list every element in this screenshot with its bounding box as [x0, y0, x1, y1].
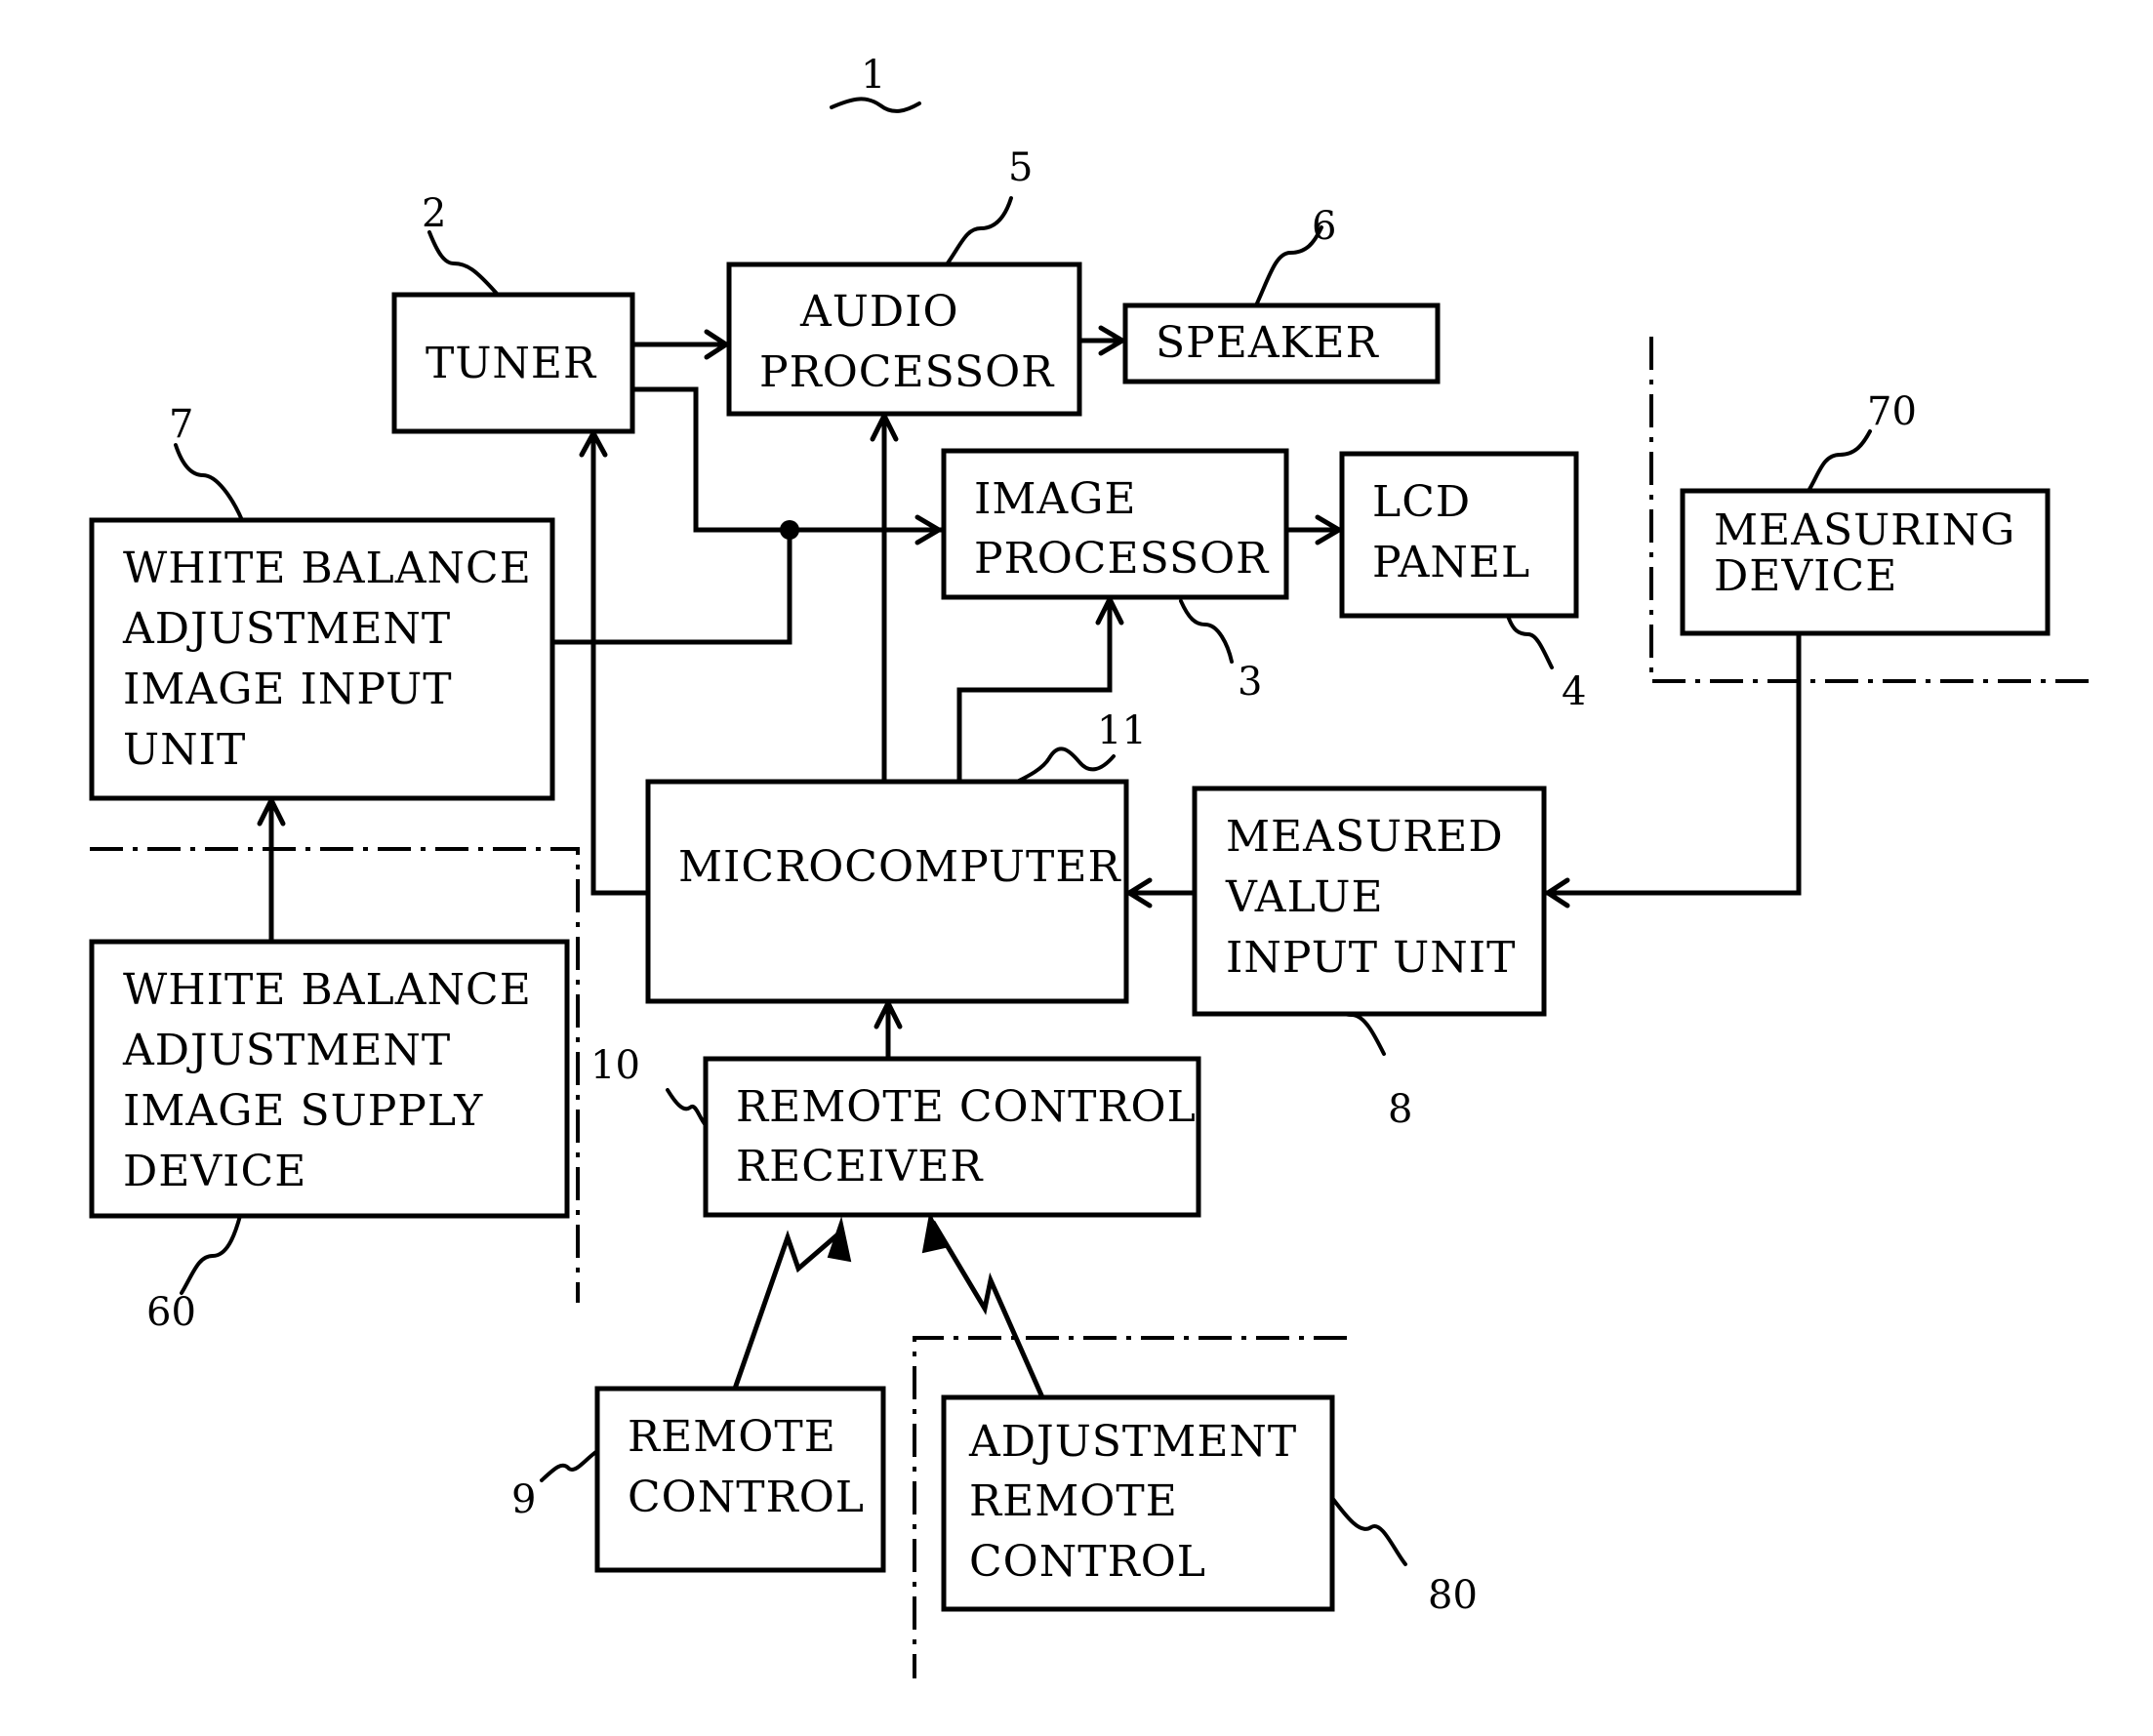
audio-label-1: AUDIO [799, 287, 959, 337]
wbinput-label-1: WHITE BALANCE [123, 544, 532, 593]
ref-6: 6 [1312, 204, 1336, 249]
lcd-label-2: PANEL [1372, 538, 1530, 587]
ref-2: 2 [422, 191, 446, 236]
wireless-adjremote-receiver [930, 1220, 1046, 1401]
adjustment-remote-control-block: ADJUSTMENT REMOTE CONTROL [941, 1394, 1335, 1612]
figure-ref-tilde [830, 97, 921, 113]
wire-wbinput-junction [549, 527, 792, 645]
image-processor-block: IMAGE PROCESSOR [941, 448, 1289, 600]
measured-value-input-unit-block: MEASURED VALUE INPUT UNIT [1192, 786, 1547, 1017]
ref-8: 8 [1388, 1087, 1412, 1132]
ref-4: 4 [1562, 669, 1586, 714]
wb-input-unit-block: WHITE BALANCE ADJUSTMENT IMAGE INPUT UNI… [89, 517, 555, 801]
microcomputer-block: MICROCOMPUTER [645, 779, 1129, 1004]
speaker-label: SPEAKER [1156, 318, 1380, 368]
wbinput-label-3: IMAGE INPUT [123, 665, 453, 714]
wb-supply-device-block: WHITE BALANCE ADJUSTMENT IMAGE SUPPLY DE… [89, 939, 570, 1219]
ref-80: 80 [1428, 1573, 1478, 1618]
wireless-remote-receiver [731, 1228, 845, 1393]
measuring-label-1: MEASURING [1714, 505, 2015, 555]
remote-label-1: REMOTE [628, 1412, 836, 1462]
wbinput-label-4: UNIT [123, 725, 246, 775]
block-diagram: 1 2 5 6 70 7 3 4 11 8 10 60 9 80 TUNER A… [89, 53, 2098, 1678]
adjremote-label-2: REMOTE [969, 1476, 1178, 1526]
measuring-label-2: DEVICE [1714, 551, 1897, 601]
wire-micro-tuner [590, 432, 651, 896]
tuner-block: TUNER [391, 292, 635, 434]
lcd-panel-block: LCD PANEL [1339, 451, 1579, 619]
micro-label: MICROCOMPUTER [678, 842, 1121, 892]
ref-9: 9 [511, 1477, 536, 1522]
audio-processor-block: AUDIO PROCESSOR [726, 262, 1082, 417]
measured-label-1: MEASURED [1226, 812, 1504, 862]
ref-7: 7 [169, 402, 193, 447]
adjremote-label-1: ADJUSTMENT [968, 1417, 1297, 1467]
ref-10: 10 [590, 1043, 640, 1088]
adjremote-label-3: CONTROL [969, 1537, 1206, 1587]
wbinput-label-2: ADJUSTMENT [122, 604, 451, 654]
remote-label-2: CONTROL [628, 1473, 865, 1522]
lcd-label-1: LCD [1372, 477, 1471, 527]
supply-label-3: IMAGE SUPPLY [123, 1086, 483, 1136]
ref-60: 60 [146, 1290, 196, 1335]
image-label-1: IMAGE [974, 474, 1136, 524]
measured-label-2: VALUE [1225, 872, 1384, 922]
remote-control-block: REMOTE CONTROL [594, 1386, 886, 1573]
wire-micro-image [956, 598, 1113, 785]
measured-label-3: INPUT UNIT [1226, 933, 1516, 983]
junction-dot [780, 520, 799, 540]
tuner-label-1: TUNER [426, 339, 597, 388]
audio-label-2: PROCESSOR [759, 347, 1055, 397]
ref-70: 70 [1867, 389, 1917, 434]
supply-label-2: ADJUSTMENT [122, 1026, 451, 1075]
supply-label-1: WHITE BALANCE [123, 965, 532, 1015]
image-label-2: PROCESSOR [974, 534, 1270, 584]
speaker-block: SPEAKER [1122, 303, 1441, 384]
figure-ref-label: 1 [861, 53, 885, 98]
remote-control-receiver-block: REMOTE CONTROL RECEIVER [703, 1056, 1201, 1218]
ref-3: 3 [1238, 660, 1262, 705]
measuring-device-block: MEASURING DEVICE [1680, 488, 2051, 636]
ref-11: 11 [1097, 708, 1147, 753]
supply-label-4: DEVICE [123, 1147, 306, 1196]
receiver-label-1: REMOTE CONTROL [736, 1082, 1197, 1132]
receiver-label-2: RECEIVER [736, 1142, 984, 1191]
ref-5: 5 [1008, 145, 1033, 190]
